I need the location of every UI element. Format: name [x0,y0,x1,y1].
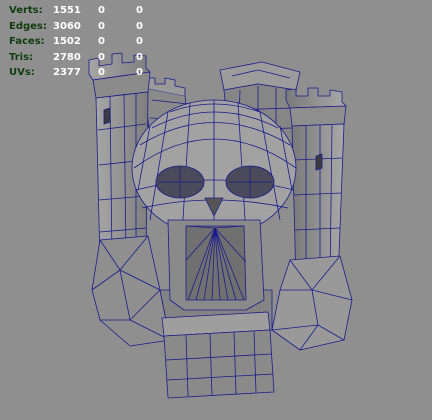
skull-head [131,99,297,237]
hud-selected: 0 [98,20,105,32]
hud-row-faces: Faces: 1502 0 0 [9,34,149,50]
hud-total: 1502 [53,36,81,47]
hud-total: 3060 [53,20,81,32]
3d-viewport[interactable]: Verts: 1551 0 0 Edges: 3060 0 0 Faces: 1… [0,0,432,420]
hud-selected: 0 [98,5,105,16]
poly-count-hud: Verts: 1551 0 0 Edges: 3060 0 0 Faces: 1… [9,3,149,81]
hud-row-uvs: UVs: 2377 0 0 [9,65,149,81]
hud-component: 0 [136,5,143,16]
hud-row-tris: Tris: 2780 0 0 [9,50,149,66]
hud-total: 2780 [53,51,81,63]
hud-label: Verts: [9,5,43,16]
skull-jaw [167,219,265,311]
hud-selected: 0 [98,51,105,63]
hud-component: 0 [136,51,143,63]
hud-label: Tris: [9,51,34,63]
hud-row-verts: Verts: 1551 0 0 [9,3,149,19]
hud-selected: 0 [98,36,105,47]
front-pedestal [161,311,275,399]
hud-component: 0 [136,67,143,78]
hud-selected: 0 [98,67,105,78]
right-tower [285,87,347,285]
hud-total: 2377 [53,67,81,78]
hud-total: 1551 [53,5,81,16]
hud-label: UVs: [9,67,35,78]
hud-label: Edges: [9,20,47,32]
hud-component: 0 [136,20,143,32]
hud-component: 0 [136,36,143,47]
hud-row-edges: Edges: 3060 0 0 [9,19,149,35]
hud-label: Faces: [9,36,45,47]
